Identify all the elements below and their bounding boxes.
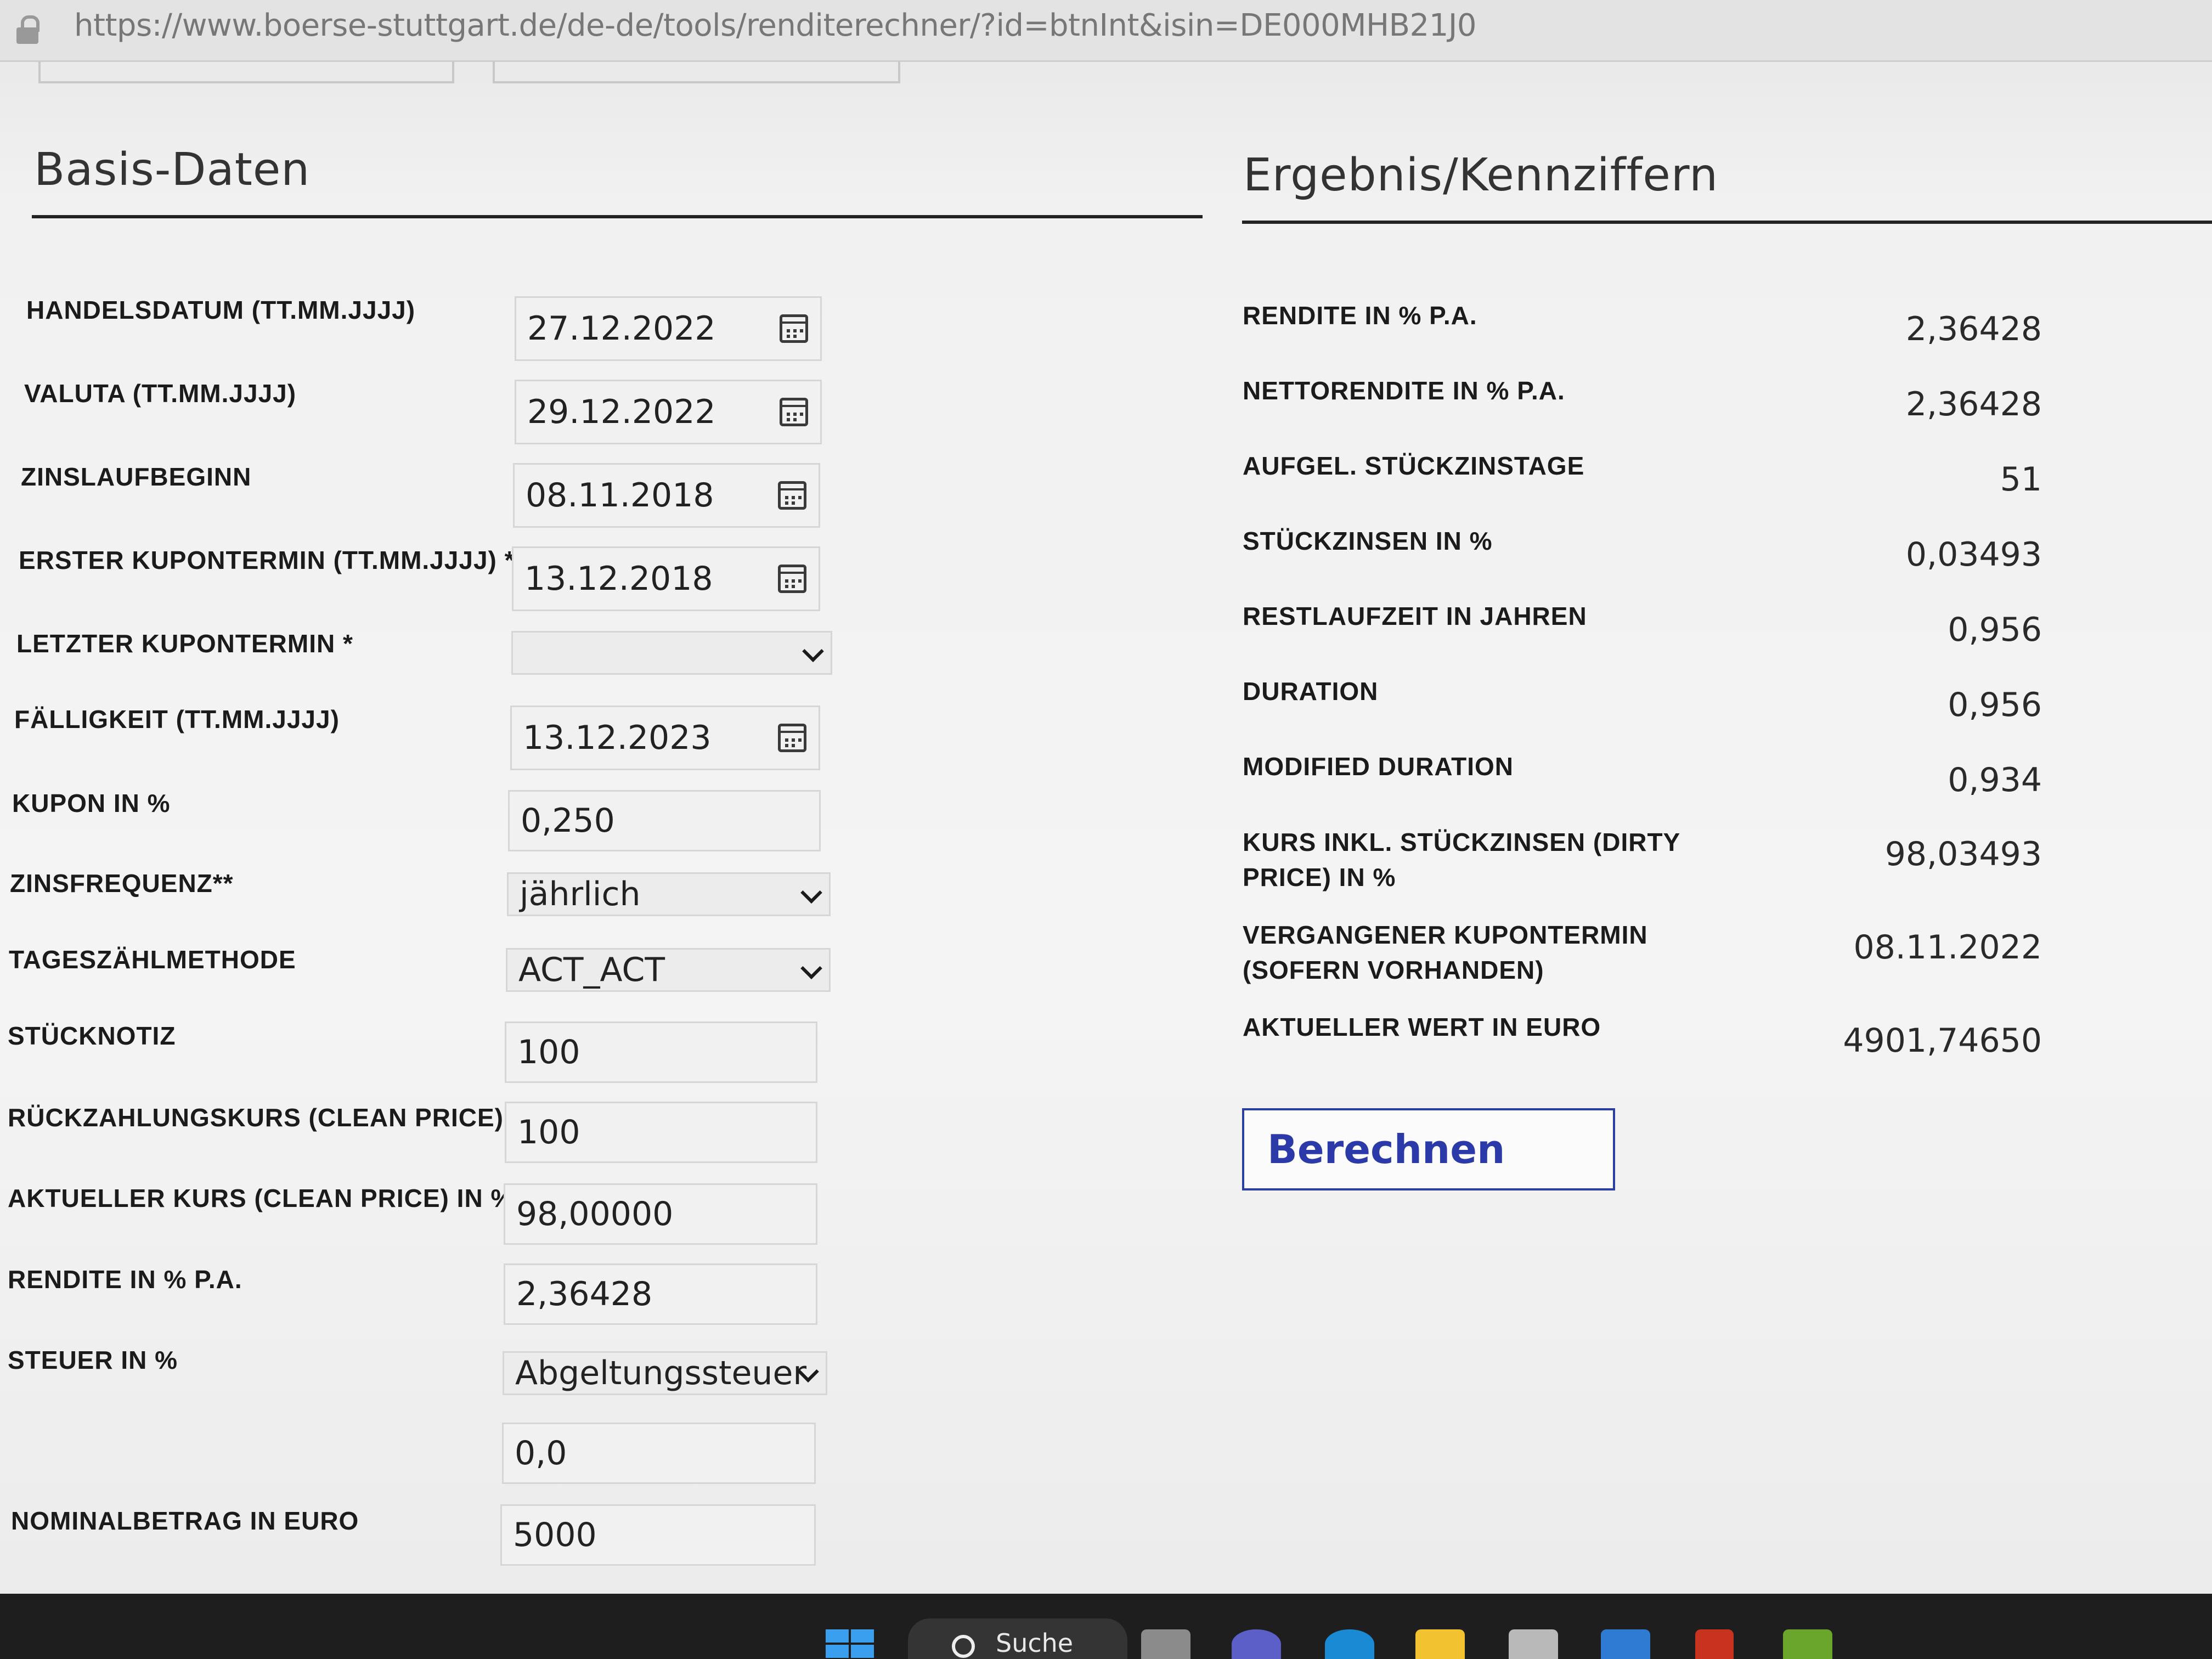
chevron-down-icon xyxy=(800,957,822,979)
chevron-down-icon xyxy=(802,640,824,662)
steuer-satz-input[interactable]: 0,0 xyxy=(502,1423,816,1484)
result-value-dirty-price: 98,03493 xyxy=(1884,835,2042,873)
label-aktueller-kurs: AKTUELLER KURS (CLEAN PRICE) IN % xyxy=(8,1184,514,1212)
calendar-icon[interactable] xyxy=(780,314,808,343)
stuecknotiz-input[interactable]: 100 xyxy=(505,1022,817,1083)
result-value-duration: 0,956 xyxy=(1948,686,2042,724)
result-label-aktueller-wert: AKTUELLER WERT IN EURO xyxy=(1243,1013,1601,1041)
calendar-icon[interactable] xyxy=(778,565,806,593)
tageszaehlmethode-select[interactable]: ACT_ACT xyxy=(506,948,831,992)
basis-daten-rule xyxy=(32,215,1203,218)
basis-daten-title: Basis-Daten xyxy=(34,144,311,196)
result-label-stueckzinsen: STÜCKZINSEN IN % xyxy=(1243,527,1493,555)
erster-kupontermin-field[interactable]: 13.12.2018 xyxy=(512,546,820,611)
ergebnis-title: Ergebnis/Kennziffern xyxy=(1243,149,1719,201)
windows-start-icon[interactable] xyxy=(826,1629,875,1659)
label-rendite: RENDITE IN % P.A. xyxy=(8,1265,242,1294)
rendite-input[interactable]: 2,36428 xyxy=(504,1263,817,1325)
mail-icon[interactable] xyxy=(1601,1629,1650,1659)
nominalbetrag-input[interactable]: 5000 xyxy=(500,1504,816,1566)
result-label-modified-duration: MODIFIED DURATION xyxy=(1243,752,1514,781)
label-stuecknotiz: STÜCKNOTIZ xyxy=(8,1022,176,1050)
address-bar[interactable]: https://www.boerse-stuttgart.de/de-de/to… xyxy=(0,0,2212,62)
label-valuta: VALUTA (TT.MM.JJJJ) xyxy=(24,379,297,408)
result-label-nettorendite: NETTORENDITE IN % P.A. xyxy=(1243,376,1565,405)
result-value-rendite: 2,36428 xyxy=(1905,310,2042,348)
label-zinsfrequenz: ZINSFREQUENZ** xyxy=(10,869,234,898)
zinsfrequenz-select[interactable]: jährlich xyxy=(507,872,831,916)
task-view-icon[interactable] xyxy=(1141,1629,1190,1659)
result-label-stueckzinstage: AUFGEL. STÜCKZINSTAGE xyxy=(1243,452,1585,480)
result-value-stueckzinsen: 0,03493 xyxy=(1905,535,2042,574)
search-icon xyxy=(952,1635,975,1658)
rueckzahlungskurs-input[interactable]: 100 xyxy=(505,1102,817,1163)
steuer-select[interactable]: Abgeltungssteuer xyxy=(503,1351,827,1395)
letzter-kupontermin-select[interactable] xyxy=(511,631,832,675)
calendar-icon[interactable] xyxy=(778,481,806,510)
label-erster-kupontermin: ERSTER KUPONTERMIN (TT.MM.JJJJ) * xyxy=(19,546,515,574)
result-label-restlaufzeit: RESTLAUFZEIT IN JAHREN xyxy=(1243,602,1587,630)
calendar-icon[interactable] xyxy=(778,724,806,752)
label-zinslaufbeginn: ZINSLAUFBEGINN xyxy=(21,462,252,491)
chevron-down-icon xyxy=(800,882,822,904)
result-value-aktueller-wert: 4901,74650 xyxy=(1843,1022,2042,1060)
result-label-vergangener-kupontermin: VERGANGENER KUPONTERMIN (SOFERN VORHANDE… xyxy=(1243,921,1648,984)
label-handelsdatum: HANDELSDATUM (TT.MM.JJJJ) xyxy=(26,296,416,324)
label-steuer: STEUER IN % xyxy=(8,1346,178,1374)
edge-browser-icon[interactable] xyxy=(1325,1629,1374,1659)
result-value-stueckzinstage: 51 xyxy=(2000,460,2042,499)
label-faelligkeit: FÄLLIGKEIT (TT.MM.JJJJ) xyxy=(14,705,340,733)
result-value-restlaufzeit: 0,956 xyxy=(1948,611,2042,649)
result-label-dirty-price: KURS INKL. STÜCKZINSEN (DIRTY PRICE) IN … xyxy=(1243,828,1680,891)
handelsdatum-field[interactable]: 27.12.2022 xyxy=(515,296,822,361)
taskbar-search[interactable]: Suche xyxy=(908,1618,1127,1659)
faelligkeit-field[interactable]: 13.12.2023 xyxy=(510,706,820,770)
lock-icon xyxy=(16,15,40,44)
aktueller-kurs-input[interactable]: 98,00000 xyxy=(504,1183,817,1245)
tab-strip-right xyxy=(493,61,900,83)
label-nominalbetrag: NOMINALBETRAG IN EURO xyxy=(11,1506,359,1535)
teams-chat-icon[interactable] xyxy=(1232,1629,1281,1659)
office-icon[interactable] xyxy=(1695,1629,1734,1659)
label-kupon: KUPON IN % xyxy=(12,789,171,817)
result-value-vergangener-kupontermin: 08.11.2022 xyxy=(1853,928,2042,967)
app-icon[interactable] xyxy=(1783,1629,1832,1659)
result-value-modified-duration: 0,934 xyxy=(1948,761,2042,799)
valuta-field[interactable]: 29.12.2022 xyxy=(515,380,822,444)
file-explorer-icon[interactable] xyxy=(1415,1629,1465,1659)
result-value-nettorendite: 2,36428 xyxy=(1905,385,2042,424)
taskbar-search-label: Suche xyxy=(996,1628,1074,1658)
result-label-rendite: RENDITE IN % P.A. xyxy=(1243,301,1477,330)
label-rueckzahlungskurs: RÜCKZAHLUNGSKURS (CLEAN PRICE) xyxy=(8,1103,504,1132)
ergebnis-rule xyxy=(1242,221,2212,224)
kupon-input[interactable]: 0,250 xyxy=(508,790,821,851)
zinslaufbeginn-field[interactable]: 08.11.2018 xyxy=(513,463,820,528)
tab-strip-left xyxy=(38,61,454,83)
calendar-icon[interactable] xyxy=(780,398,808,426)
result-label-duration: DURATION xyxy=(1243,677,1379,706)
berechnen-button[interactable]: Berechnen xyxy=(1242,1108,1615,1190)
store-icon[interactable] xyxy=(1509,1629,1558,1659)
label-letzter-kupontermin: LETZTER KUPONTERMIN * xyxy=(16,629,353,658)
url-text[interactable]: https://www.boerse-stuttgart.de/de-de/to… xyxy=(74,8,1476,43)
label-tageszaehlmethode: TAGESZÄHLMETHODE xyxy=(9,945,296,974)
